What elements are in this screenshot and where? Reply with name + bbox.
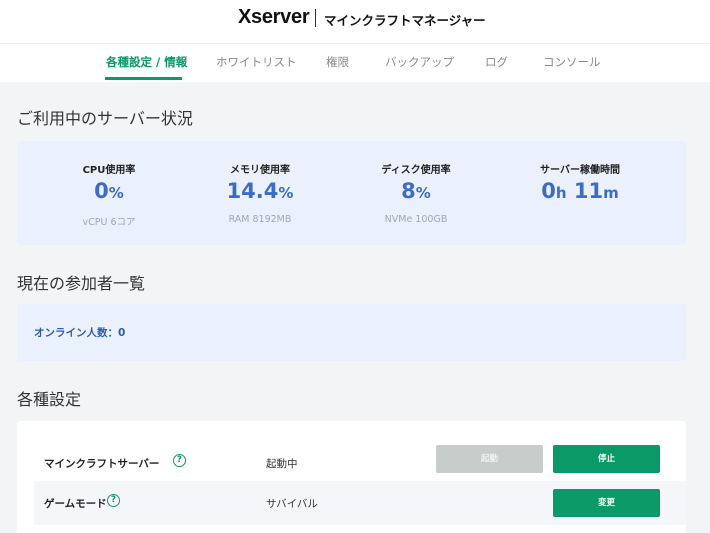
- tab-whitelist[interactable]: ホワイトリスト: [216, 54, 297, 70]
- memory-usage-label: メモリ使用率: [230, 165, 290, 176]
- server-status-title: ご利用中のサーバー状況: [17, 109, 193, 128]
- app-header: Xserver マインクラフトマネージャー: [0, 0, 710, 44]
- tab-backup[interactable]: バックアップ: [385, 54, 454, 70]
- xserver-logo[interactable]: Xserver: [238, 6, 310, 29]
- setting-label-game-mode: ゲームモード: [44, 498, 107, 510]
- app-title: マインクラフトマネージャー: [324, 13, 486, 28]
- server-state-value: 起動中: [266, 458, 298, 470]
- cpu-usage-value: 0%: [94, 179, 124, 203]
- help-icon[interactable]: ?: [173, 454, 186, 467]
- game-mode-value: サバイバル: [266, 498, 318, 510]
- active-tab-indicator: [105, 77, 182, 80]
- disk-usage-value: 8%: [401, 179, 431, 203]
- setting-row-game-mode: ゲームモード ? サバイバル 変更: [34, 481, 686, 525]
- setting-row-minecraft-server: マインクラフトサーバー ? 起動中 起動 停止: [34, 441, 686, 485]
- change-game-mode-button[interactable]: 変更: [553, 489, 660, 517]
- help-icon[interactable]: ?: [107, 494, 120, 507]
- online-count: オンライン人数：0: [34, 327, 126, 339]
- logo-divider: [315, 9, 316, 27]
- setting-label-minecraft-server: マインクラフトサーバー: [44, 458, 160, 470]
- memory-spec: RAM 8192MB: [228, 214, 292, 225]
- tab-settings-info[interactable]: 各種設定 / 情報: [106, 54, 187, 70]
- cpu-spec: vCPU 6コア: [82, 217, 136, 228]
- cpu-usage-label: CPU使用率: [82, 165, 136, 176]
- tab-console[interactable]: コンソール: [543, 54, 601, 70]
- participants-panel: オンライン人数：0: [17, 304, 686, 361]
- disk-spec: NVMe 100GB: [384, 214, 448, 225]
- settings-title: 各種設定: [17, 390, 82, 409]
- tab-log[interactable]: ログ: [485, 54, 508, 70]
- settings-card: マインクラフトサーバー ? 起動中 起動 停止 ゲームモード ? サバイバル 変…: [17, 421, 686, 533]
- stop-server-button[interactable]: 停止: [553, 445, 660, 473]
- uptime-value: 0h 11m: [541, 179, 619, 203]
- uptime-label: サーバー稼働時間: [540, 165, 620, 176]
- disk-usage-label: ディスク使用率: [381, 165, 451, 176]
- memory-usage-value: 14.4%: [226, 179, 294, 203]
- start-server-button[interactable]: 起動: [436, 445, 543, 473]
- server-status-panel: CPU使用率 0% vCPU 6コア メモリ使用率 14.4% RAM 8192…: [17, 141, 686, 245]
- tab-permissions[interactable]: 権限: [326, 54, 349, 70]
- participants-title: 現在の参加者一覧: [17, 274, 146, 293]
